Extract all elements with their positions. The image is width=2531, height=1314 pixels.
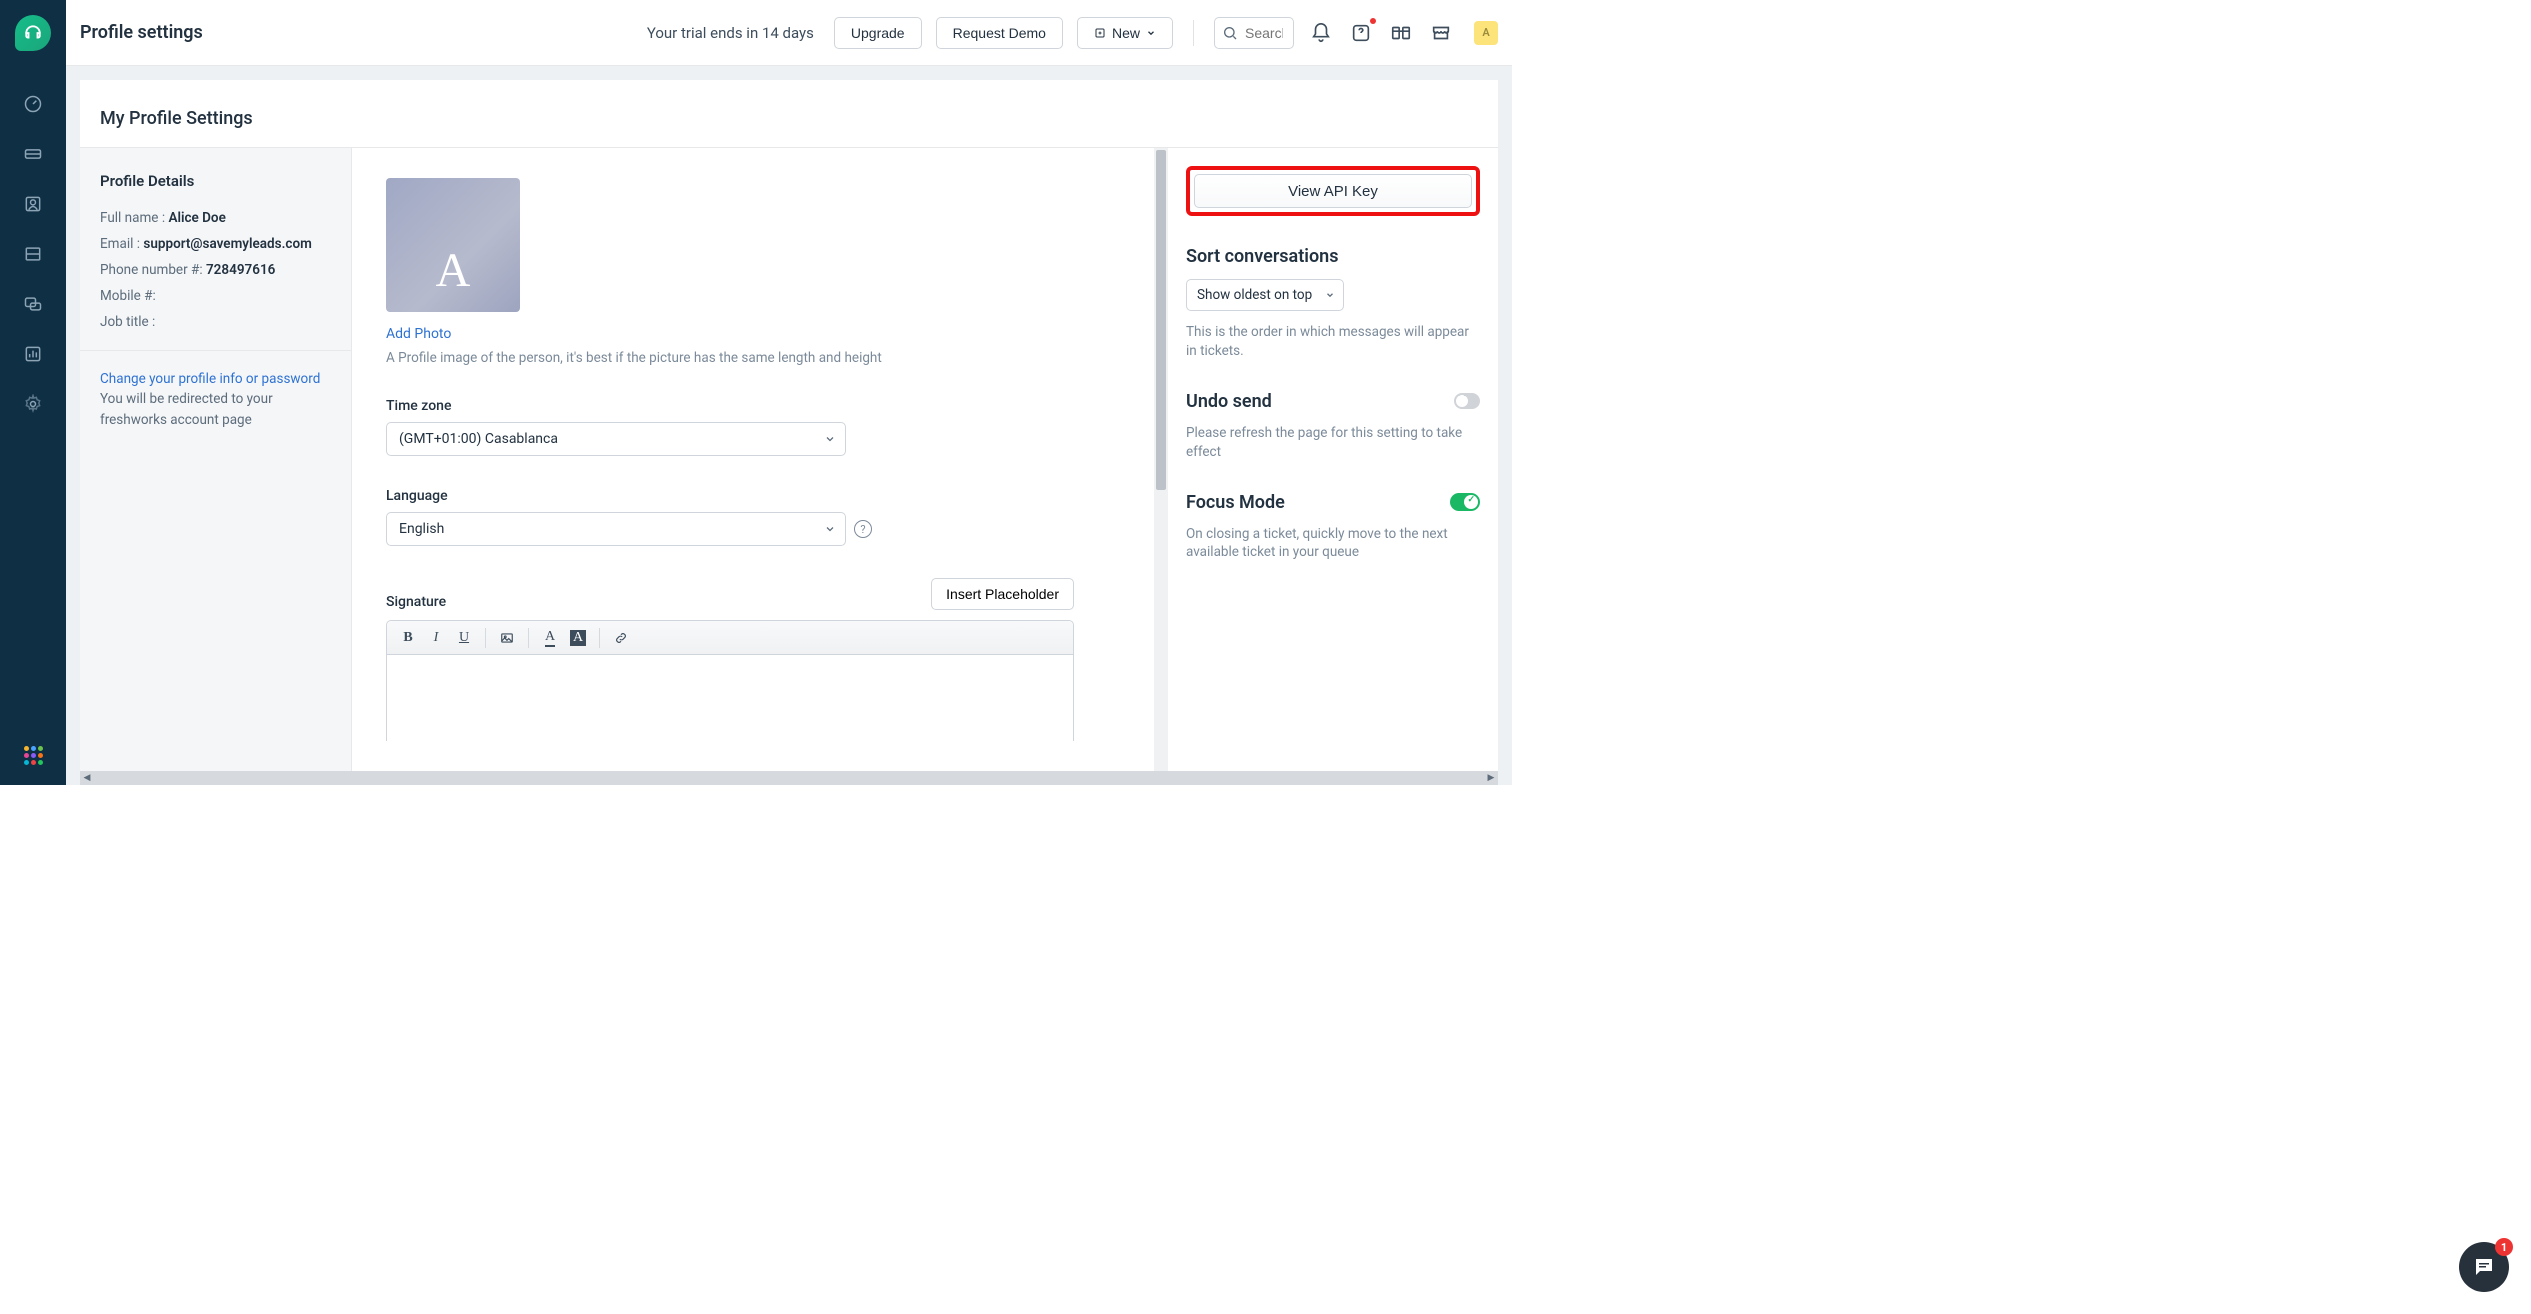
profile-image: A (386, 178, 520, 312)
section-title: My Profile Settings (80, 80, 1498, 147)
freshworks-switcher-icon[interactable] (1388, 20, 1414, 46)
profile-image-letter: A (436, 243, 471, 298)
language-help-icon[interactable]: ? (854, 520, 872, 538)
sort-heading: Sort conversations (1186, 246, 1480, 267)
jobtitle-label: Job title : (100, 314, 155, 330)
sort-description: This is the order in which messages will… (1186, 323, 1480, 361)
page-title: Profile settings (80, 22, 203, 43)
focus-mode-toggle[interactable] (1450, 493, 1480, 511)
signature-label: Signature (386, 594, 446, 610)
sidebar-reports-icon[interactable] (19, 340, 47, 368)
link-button[interactable] (608, 626, 634, 650)
signature-textarea[interactable] (387, 655, 1073, 741)
sidebar-dashboard-icon[interactable] (19, 90, 47, 118)
change-profile-text: You will be redirected to your freshwork… (100, 391, 273, 427)
sidebar-social-icon[interactable] (19, 290, 47, 318)
api-key-highlight: View API Key (1186, 166, 1480, 216)
sidebar-solutions-icon[interactable] (19, 240, 47, 268)
textcolor-button[interactable]: A (537, 626, 563, 650)
chevron-down-icon (824, 523, 836, 535)
profile-details-panel: Profile Details Full name : Alice Doe Em… (80, 148, 352, 771)
bold-button[interactable]: B (395, 626, 421, 650)
chat-badge: 1 (2495, 1238, 2513, 1256)
bgcolor-button[interactable]: A (565, 626, 591, 650)
view-api-key-button[interactable]: View API Key (1194, 174, 1472, 208)
upgrade-button[interactable]: Upgrade (834, 17, 922, 49)
phone-label: Phone number #: (100, 262, 203, 278)
user-avatar[interactable]: A (1474, 21, 1498, 45)
language-select[interactable]: English (386, 512, 846, 546)
photo-helper-text: A Profile image of the person, it's best… (386, 350, 1106, 366)
topbar: Profile settings Your trial ends in 14 d… (66, 0, 1512, 66)
email-label: Email : (100, 236, 140, 252)
chevron-down-icon (824, 433, 836, 445)
undo-heading: Undo send (1186, 391, 1272, 412)
request-demo-button[interactable]: Request Demo (936, 17, 1063, 49)
mobile-label: Mobile #: (100, 288, 156, 304)
profile-actions-panel: View API Key Sort conversations Show old… (1168, 148, 1498, 771)
undo-description: Please refresh the page for this setting… (1186, 424, 1480, 462)
sidebar-apps-icon[interactable] (24, 746, 43, 765)
sidebar-tickets-icon[interactable] (19, 140, 47, 168)
image-button[interactable] (494, 626, 520, 650)
trial-text: Your trial ends in 14 days (647, 24, 814, 42)
add-photo-link[interactable]: Add Photo (386, 326, 451, 342)
sidebar-settings-icon[interactable] (19, 390, 47, 418)
scrollbar-vertical[interactable] (1154, 148, 1168, 771)
focus-description: On closing a ticket, quickly move to the… (1186, 525, 1480, 563)
new-button[interactable]: New (1077, 17, 1173, 49)
sidebar (0, 0, 66, 785)
chat-widget-button[interactable]: 1 (2459, 1242, 2509, 1292)
marketplace-icon[interactable] (1428, 20, 1454, 46)
new-button-label: New (1112, 25, 1140, 41)
insert-placeholder-button[interactable]: Insert Placeholder (931, 578, 1074, 610)
phone-value: 728497616 (206, 262, 275, 278)
help-icon[interactable] (1348, 20, 1374, 46)
search-container (1214, 17, 1294, 49)
change-profile-link[interactable]: Change your profile info or password (100, 371, 320, 387)
sort-select[interactable]: Show oldest on top (1186, 279, 1344, 311)
timezone-select[interactable]: (GMT+01:00) Casablanca (386, 422, 846, 456)
profile-form-panel: A Add Photo A Profile image of the perso… (352, 148, 1168, 771)
search-icon (1222, 25, 1238, 41)
timezone-label: Time zone (386, 398, 1106, 414)
editor-toolbar: B I U A A (387, 621, 1073, 655)
profile-details-heading: Profile Details (100, 172, 331, 190)
fullname-label: Full name : (100, 210, 165, 226)
notifications-icon[interactable] (1308, 20, 1334, 46)
italic-button[interactable]: I (423, 626, 449, 650)
fullname-value: Alice Doe (168, 210, 225, 226)
scrollbar-horizontal[interactable]: ◀ ▶ (80, 771, 1498, 785)
undo-send-toggle[interactable]: ✕ (1454, 393, 1480, 409)
language-label: Language (386, 488, 1106, 504)
sidebar-contacts-icon[interactable] (19, 190, 47, 218)
underline-button[interactable]: U (451, 626, 477, 650)
email-value: support@savemyleads.com (143, 236, 311, 252)
signature-editor: B I U A A (386, 620, 1074, 741)
focus-heading: Focus Mode (1186, 492, 1285, 513)
chevron-down-icon (1325, 290, 1335, 300)
app-logo[interactable] (0, 0, 66, 66)
